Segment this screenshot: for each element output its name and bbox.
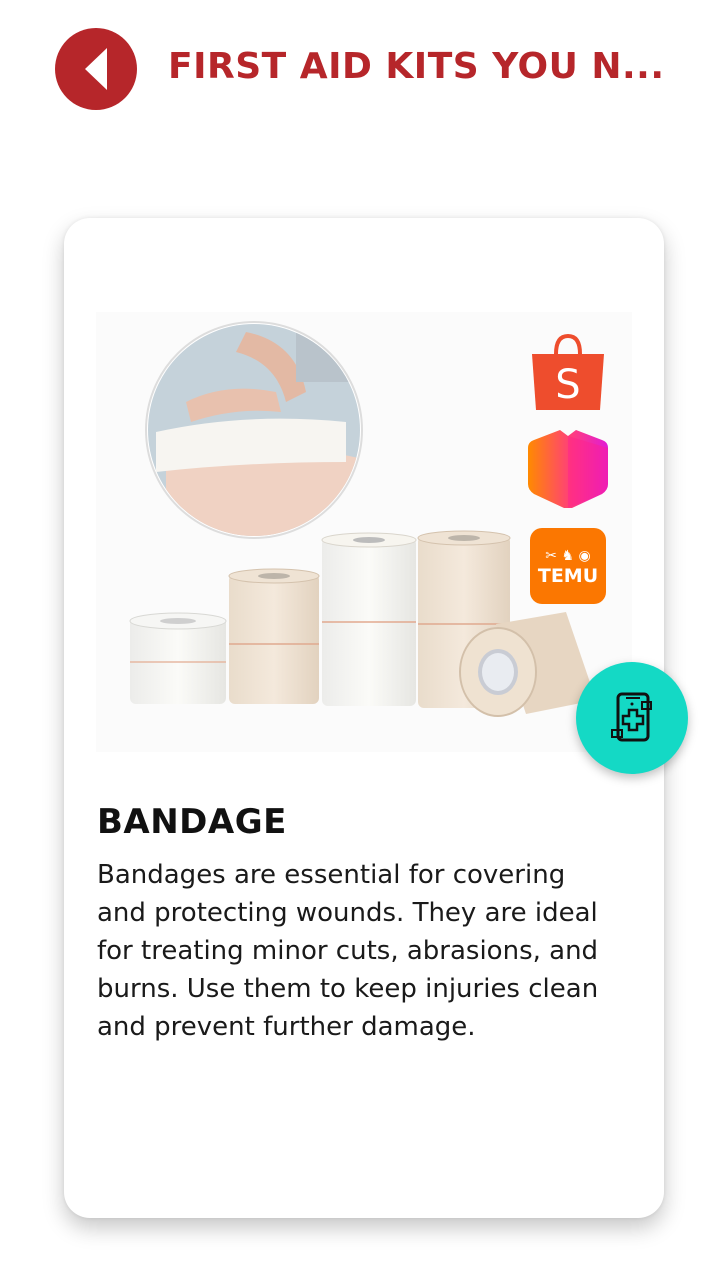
app-header: FIRST AID KITS YOU N... (0, 0, 720, 140)
page-title: FIRST AID KITS YOU N... (168, 46, 665, 87)
temu-icon[interactable]: ✂ ♞ ◉ TEMU (530, 528, 606, 604)
svg-text:TEMU: TEMU (538, 565, 598, 587)
back-button[interactable] (55, 28, 137, 110)
lazada-icon[interactable] (528, 428, 608, 509)
svg-text:S: S (555, 362, 580, 408)
chevron-left-icon (85, 48, 107, 90)
product-title: BANDAGE (97, 802, 287, 842)
product-description: Bandages are essential for covering and … (97, 860, 599, 1042)
shopee-icon[interactable]: S (528, 330, 608, 410)
product-card: S ✂ ♞ ◉ TEMU (64, 218, 664, 1218)
phone-medical-icon (611, 692, 652, 742)
svg-text:✂ ♞ ◉: ✂ ♞ ◉ (545, 548, 590, 564)
phone-medical-fab[interactable] (576, 662, 688, 774)
